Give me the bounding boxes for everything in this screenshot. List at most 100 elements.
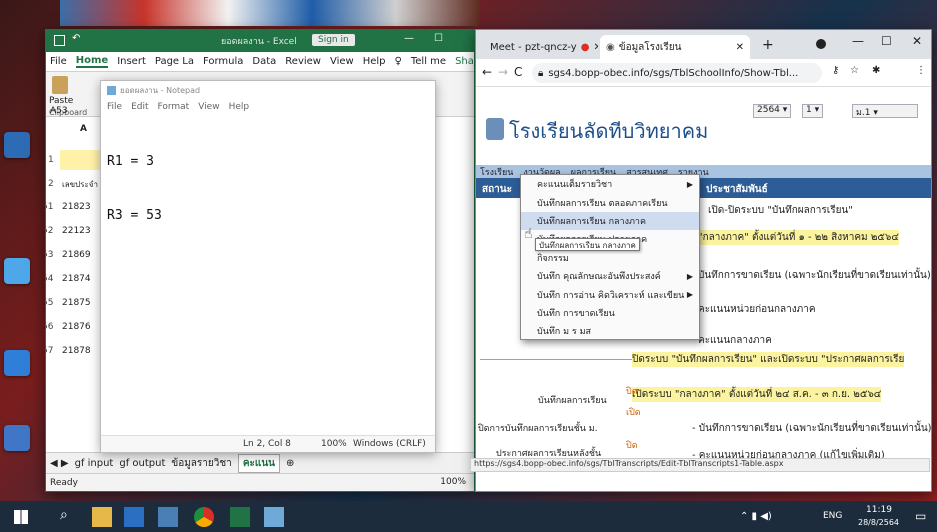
desktop-app-icon[interactable] [4,350,30,376]
menu-insert[interactable]: Insert [117,56,146,67]
dropdown-item[interactable]: บันทึก ม ร มส [521,322,699,340]
excel-icon[interactable] [230,507,250,527]
paste-button[interactable]: Paste [49,96,73,106]
windows-start-icon[interactable] [14,510,28,524]
desktop-app-icon[interactable] [4,132,30,158]
menu-dots-icon[interactable]: ⋮ [916,65,926,76]
chrome-toolbar: ← → C 🔒︎ sgs4.bopp-obec.info/sgs/TblScho… [476,59,931,87]
tell-me-search[interactable]: Tell me [411,56,446,67]
name-box[interactable]: A53 [50,106,68,116]
notepad-text-area[interactable]: R1 = 3 R3 = 53 [101,115,435,263]
notification-icon[interactable]: ▭ [915,509,926,523]
file-explorer-icon[interactable] [92,507,112,527]
forward-icon[interactable]: → [498,65,508,79]
menu-review[interactable]: Review [285,56,321,67]
language-indicator[interactable]: ENG [823,511,842,521]
row-header[interactable]: 54 [46,274,54,295]
star-icon[interactable]: ☆ [850,65,859,76]
menu-format[interactable]: Format [158,102,190,112]
menu-edit[interactable]: Edit [131,102,148,112]
close-icon[interactable]: ✕ [593,42,598,53]
term-select[interactable]: 1 ▾ [802,104,824,118]
dropdown-item-hover[interactable]: บันทึกผลการเรียน กลางภาค [521,211,699,231]
tab-school-info[interactable]: ◉ ข้อมูลโรงเรียน ✕ [600,35,750,59]
cell-value[interactable]: 21874 [62,274,91,284]
paste-icon[interactable] [52,76,68,94]
menu-data[interactable]: Data [252,56,276,67]
column-header-a[interactable]: A [80,124,87,134]
minimize-icon[interactable]: — [852,34,864,48]
sheet-tab[interactable]: gf output [119,458,165,469]
header-cell[interactable]: เลขประจำ [62,178,98,191]
notepad-zoom: 100% [321,439,347,449]
menu-help[interactable]: Help [363,56,386,67]
reload-icon[interactable]: C [514,65,522,79]
extensions-icon[interactable]: ✱ [872,65,880,76]
desktop-app-icon[interactable] [4,425,30,451]
cell-value[interactable]: 21869 [62,250,91,260]
back-icon[interactable]: ← [482,65,492,79]
nav-school[interactable]: โรงเรียน [480,165,513,179]
lock-icon[interactable]: 🔒︎ [538,68,543,79]
row-header[interactable]: 53 [46,250,54,271]
app-icon[interactable] [158,507,178,527]
notepad-icon[interactable] [264,507,284,527]
menu-formulas[interactable]: Formula [203,56,243,67]
menu-home[interactable]: Home [75,55,109,68]
excel-grid[interactable]: A53 A 1 2 เลขประจำ 51 21823 52 22123 53 … [46,106,102,473]
row-header[interactable]: 52 [46,226,54,247]
tab-meet[interactable]: Meet - pzt-qncz-y ● ✕ [480,35,598,59]
dropdown-item[interactable]: บันทึกผลการเรียน ตลอดภาคเรียน [521,193,699,211]
undo-icon[interactable]: ↶ [72,33,80,44]
cell-value[interactable]: 21823 [62,202,91,212]
clock-date[interactable]: 28/8/2564 [858,518,899,527]
cell-value[interactable]: 21875 [62,298,91,308]
level-select[interactable]: ม.1 ▾ [852,104,918,118]
notepad-window[interactable]: ยอดผลงาน - Notepad File Edit Format View… [100,80,436,453]
new-tab-icon[interactable]: + [762,37,774,53]
share-button[interactable]: Shar [455,56,474,67]
close-icon[interactable]: ✕ [736,42,744,53]
cell-value[interactable]: 21876 [62,322,91,332]
dropdown-item[interactable]: บันทึก คุณลักษณะอันพึงประสงค์ ▶ [521,267,699,285]
row-header[interactable]: 2 [48,179,60,200]
sheet-tab-active[interactable]: คะแนน [237,453,280,473]
sheet-tab[interactable]: ข้อมูลรายวิชา [171,456,231,471]
menu-file[interactable]: File [50,56,67,67]
profile-icon[interactable] [816,39,826,49]
year-select[interactable]: 2564 ▾ [753,104,792,118]
menu-view[interactable]: View [198,102,219,112]
maximize-icon[interactable]: ☐ [881,34,892,48]
app-icon[interactable] [124,507,144,527]
address-bar[interactable]: 🔒︎ sgs4.bopp-obec.info/sgs/TblSchoolInfo… [532,63,822,83]
minimize-icon[interactable]: — [404,33,414,44]
menu-file[interactable]: File [107,102,122,112]
menu-help[interactable]: Help [229,102,250,112]
maximize-icon[interactable]: ☐ [434,33,443,44]
search-icon[interactable]: ⌕ [60,507,68,523]
sheet-nav-arrow-icon[interactable]: ◀ ▶ [50,458,69,469]
zoom-level[interactable]: 100% [440,477,466,487]
row-header[interactable]: 56 [46,322,54,343]
menu-page-layout[interactable]: Page La [155,56,194,67]
clock-time[interactable]: 11:19 [866,505,892,515]
cell-value[interactable]: 22123 [62,226,91,236]
cell-value[interactable]: 21878 [62,346,91,356]
row-header[interactable]: 51 [46,202,54,223]
sign-in-button[interactable]: Sign in [312,34,355,46]
system-tray-icons[interactable]: ⌃ ▮ ◀) [740,511,772,522]
menu-view[interactable]: View [330,56,354,67]
dropdown-item[interactable]: คะแนนเต็มรายวิชา ▶ [521,175,699,193]
chrome-icon[interactable] [194,507,214,527]
key-icon[interactable]: ⚷ [832,65,839,76]
sheet-tab[interactable]: gf input [75,458,114,469]
dropdown-item[interactable]: บันทึก การขาดเรียน [521,304,699,322]
save-icon[interactable] [54,35,65,46]
close-window-icon[interactable]: ✕ [912,34,922,48]
row-header[interactable]: 1 [48,155,60,176]
dropdown-item[interactable]: บันทึก การอ่าน คิดวิเคราะห์ และเขียน ▶ [521,285,699,303]
row-header[interactable]: 57 [46,346,54,367]
row-header[interactable]: 55 [46,298,54,319]
desktop-app-icon[interactable] [4,258,30,284]
add-sheet-icon[interactable]: ⊕ [286,458,294,469]
